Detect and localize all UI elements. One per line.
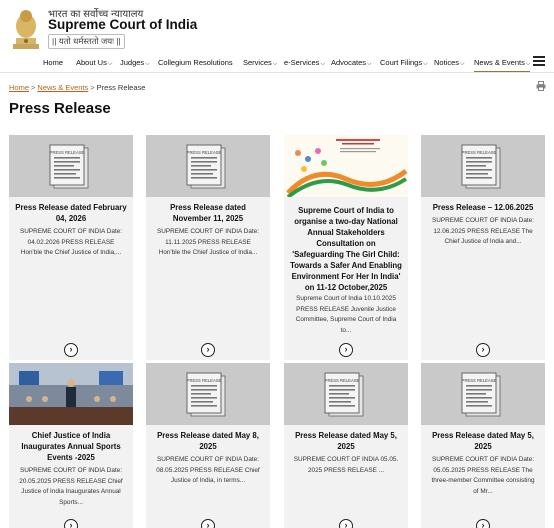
card-summary: SUPREME COURT OF INDIA Date: 05.05.2025 …: [431, 456, 535, 495]
document-icon: PRESS RELEASE: [461, 372, 501, 417]
press-release-card[interactable]: Chief Justice of India Inaugurates Annua…: [9, 363, 133, 528]
card-summary: SUPREME COURT OF INDIA Date: 20.05.2025 …: [19, 467, 123, 506]
press-release-card[interactable]: PRESS RELEASE Press Release dated Februa…: [9, 135, 133, 360]
card-title[interactable]: Chief Justice of India Inaugurates Annua…: [15, 430, 127, 463]
chevron-down-icon: ⌵: [423, 61, 428, 67]
event-photo: [9, 363, 133, 425]
card-summary: SUPREME COURT OF INDIA Date: 04.02.2026 …: [19, 228, 123, 256]
card-summary: SUPREME COURT OF INDIA Date: 12.06.2025 …: [431, 217, 535, 245]
page-title: Press Release: [9, 100, 111, 117]
read-more-arrow-icon[interactable]: ›: [64, 519, 78, 528]
card-summary: SUPREME COURT OF INDIA Date: 08.05.2025 …: [156, 456, 260, 484]
press-release-card[interactable]: PRESS RELEASE Press Release dated May 8,…: [146, 363, 270, 528]
svg-text:PRESS RELEASE: PRESS RELEASE: [462, 378, 497, 383]
event-photo-graphic: [9, 363, 133, 425]
card-title[interactable]: Press Release dated February 04, 2026: [15, 202, 127, 224]
read-more-arrow-icon[interactable]: ›: [339, 519, 353, 528]
card-title[interactable]: Press Release dated November 11, 2025: [152, 202, 264, 224]
chevron-down-icon: ⌵: [460, 61, 465, 67]
main-nav: Home About Us⌵ Judges⌵ Collegium Resolut…: [0, 55, 554, 73]
card-summary: Supreme Court of India 10.10.2025 PRESS …: [295, 295, 397, 334]
breadcrumb-news-events[interactable]: News & Events: [37, 83, 88, 92]
nav-collegium-resolutions[interactable]: Collegium Resolutions: [158, 58, 233, 67]
document-icon: PRESS RELEASE: [186, 372, 226, 417]
national-emblem-icon[interactable]: [10, 4, 42, 52]
breadcrumb: Home > News & Events > Press Release: [9, 83, 146, 92]
nav-notices[interactable]: Notices⌵: [434, 58, 465, 68]
document-icon: PRESS RELEASE: [461, 144, 501, 189]
read-more-arrow-icon[interactable]: ›: [476, 519, 490, 528]
card-thumbnail: PRESS RELEASE: [146, 135, 270, 197]
card-summary: SUPREME COURT OF INDIA Date: 11.11.2025 …: [156, 228, 260, 256]
nav-advocates[interactable]: Advocates⌵: [331, 58, 372, 68]
document-icon: PRESS RELEASE: [324, 372, 364, 417]
nav-judges[interactable]: Judges⌵: [120, 58, 150, 68]
breadcrumb-home[interactable]: Home: [9, 83, 29, 92]
nav-home[interactable]: Home: [43, 58, 63, 67]
press-release-card[interactable]: PRESS RELEASE Press Release dated May 5,…: [284, 363, 408, 528]
press-release-card[interactable]: Supreme Court of India to organise a two…: [284, 135, 408, 360]
svg-text:PRESS RELEASE: PRESS RELEASE: [325, 378, 360, 383]
svg-text:PRESS RELEASE: PRESS RELEASE: [187, 150, 222, 155]
svg-text:PRESS RELEASE: PRESS RELEASE: [462, 150, 497, 155]
svg-text:PRESS RELEASE: PRESS RELEASE: [187, 378, 222, 383]
card-title[interactable]: Press Release dated May 5, 2025: [427, 430, 539, 452]
card-thumbnail: PRESS RELEASE: [9, 135, 133, 197]
card-thumbnail: PRESS RELEASE: [146, 363, 270, 425]
chevron-down-icon: ⌵: [367, 61, 372, 67]
nav-news-events[interactable]: News & Events⌵: [474, 58, 531, 73]
chevron-down-icon: ⌵: [525, 61, 531, 67]
poster-graphic: [284, 135, 408, 199]
read-more-arrow-icon[interactable]: ›: [201, 519, 215, 528]
card-thumbnail: PRESS RELEASE: [421, 363, 545, 425]
card-summary: SUPREME COURT OF INDIA 05.05. 2025 PRESS…: [293, 456, 399, 474]
card-title[interactable]: Press Release dated May 8, 2025: [152, 430, 264, 452]
chevron-down-icon: ⌵: [320, 61, 325, 67]
poster-image: [284, 135, 408, 199]
read-more-arrow-icon[interactable]: ›: [64, 343, 78, 357]
read-more-arrow-icon[interactable]: ›: [476, 343, 490, 357]
card-thumbnail: PRESS RELEASE: [421, 135, 545, 197]
print-icon[interactable]: [536, 81, 546, 91]
card-thumbnail: PRESS RELEASE: [284, 363, 408, 425]
card-title[interactable]: Press Release – 12.06.2025: [427, 202, 539, 213]
nav-court-filings[interactable]: Court Filings⌵: [380, 58, 428, 68]
read-more-arrow-icon[interactable]: ›: [201, 343, 215, 357]
menu-icon[interactable]: [533, 56, 545, 66]
card-title[interactable]: Supreme Court of India to organise a two…: [290, 205, 402, 293]
nav-services[interactable]: Services⌵: [243, 58, 277, 68]
chevron-down-icon: ⌵: [272, 61, 278, 67]
site-title[interactable]: Supreme Court of India: [48, 17, 197, 32]
press-release-card[interactable]: PRESS RELEASE Press Release – 12.06.2025…: [421, 135, 545, 360]
press-release-card[interactable]: PRESS RELEASE Press Release dated Novemb…: [146, 135, 270, 360]
motto-badge: || यतो धर्मस्ततो जयः ||: [48, 34, 125, 49]
read-more-arrow-icon[interactable]: ›: [339, 343, 353, 357]
document-icon: PRESS RELEASE: [186, 144, 226, 189]
nav-about-us[interactable]: About Us⌵: [76, 58, 112, 68]
chevron-down-icon: ⌵: [145, 61, 150, 67]
nav-divider: [0, 72, 554, 73]
nav-e-services[interactable]: e-Services⌵: [284, 58, 325, 68]
press-release-card[interactable]: PRESS RELEASE Press Release dated May 5,…: [421, 363, 545, 528]
breadcrumb-current: Press Release: [96, 83, 146, 92]
card-title[interactable]: Press Release dated May 5, 2025: [290, 430, 402, 452]
svg-text:PRESS RELEASE: PRESS RELEASE: [50, 150, 85, 155]
chevron-down-icon: ⌵: [107, 61, 113, 67]
document-icon: PRESS RELEASE: [49, 144, 89, 189]
